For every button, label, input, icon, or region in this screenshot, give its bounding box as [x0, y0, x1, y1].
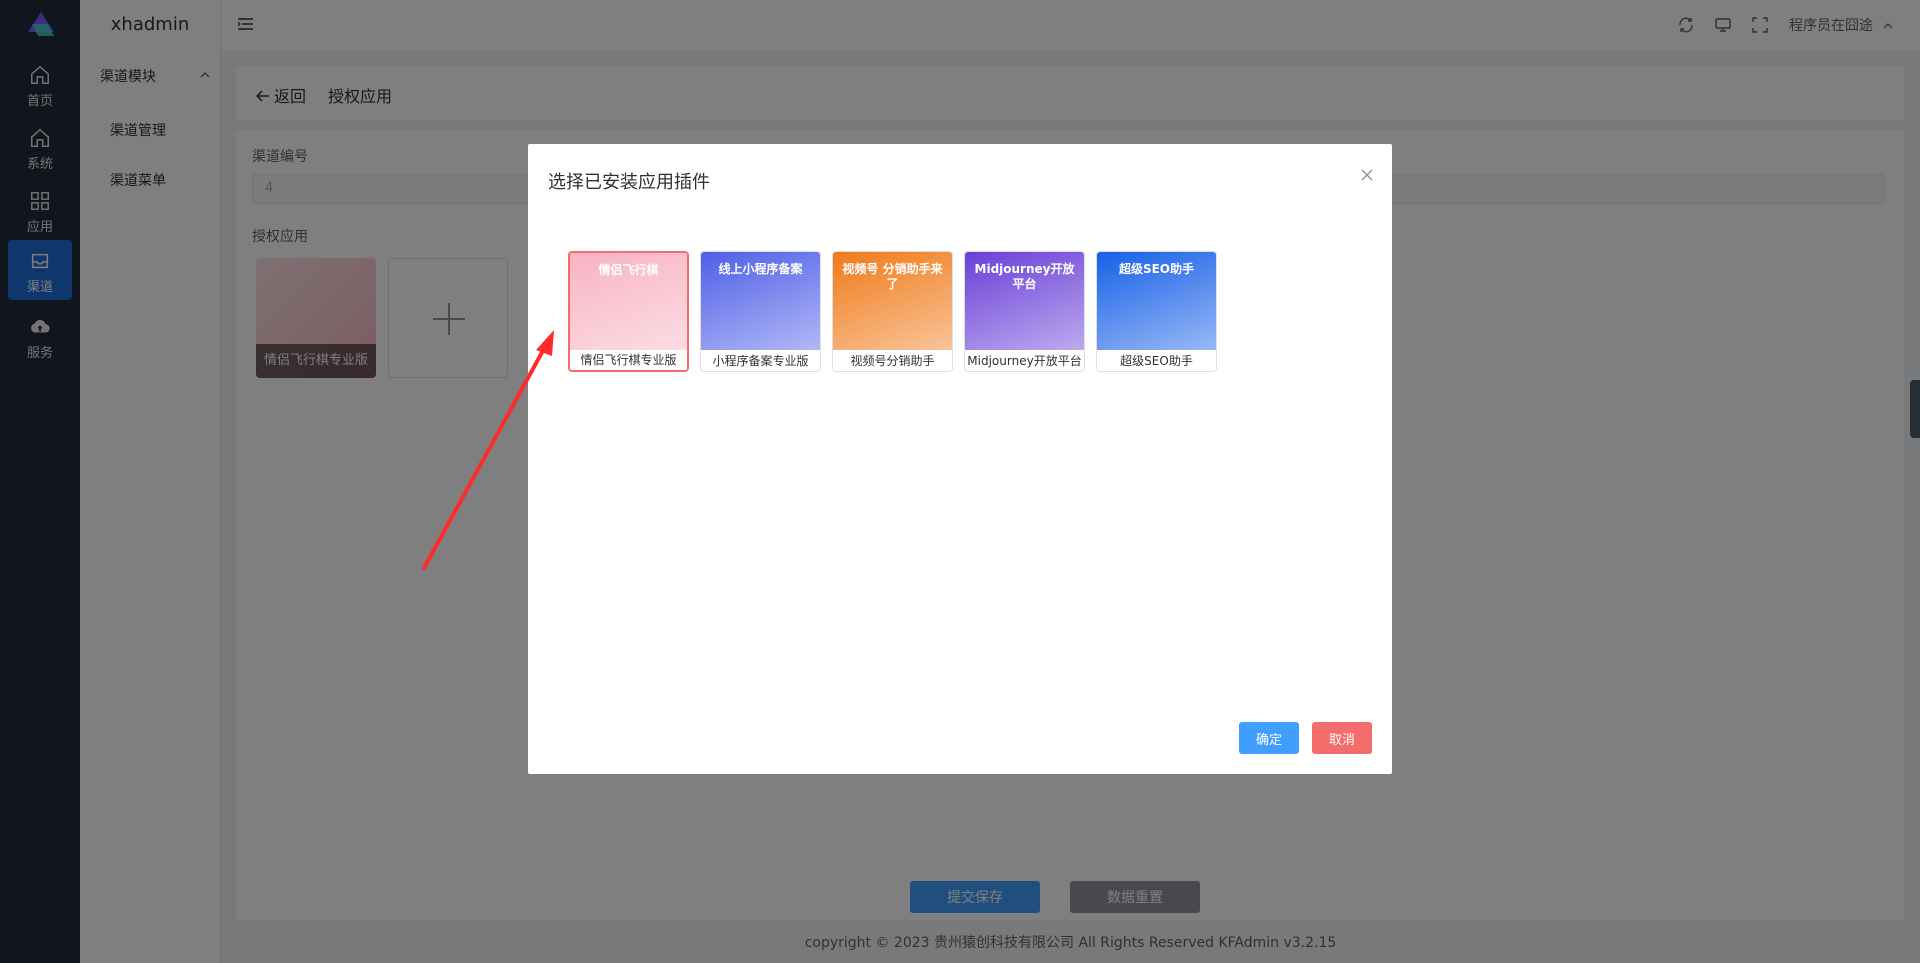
plugin-banner-text: 视频号 分销助手来了 [842, 262, 943, 291]
plugin-card[interactable]: 视频号 分销助手来了视频号分销助手 [832, 251, 953, 372]
plugin-cover: 视频号 分销助手来了 [833, 252, 952, 350]
plugin-cover: 线上小程序备案 [701, 252, 820, 350]
plugin-cover: 情侣飞行棋 [570, 253, 687, 351]
plugin-card[interactable]: 超级SEO助手 超级SEO助手 [1096, 251, 1217, 372]
plugin-select-dialog: 选择已安装应用插件 确定 取消 情侣飞行棋 情侣飞行棋专业版 线上小程序备案 小程序备… [528, 144, 1392, 774]
plugin-name: Midjourney开放平台 [965, 351, 1084, 371]
plugin-banner-text: 线上小程序备案 [718, 262, 803, 276]
plugin-cover: 超级SEO助手 [1097, 252, 1216, 350]
confirm-button[interactable]: 确定 [1239, 722, 1299, 754]
plugin-card[interactable]: 情侣飞行棋情侣飞行棋专业版 [568, 251, 689, 372]
plugin-name: 情侣飞行棋专业版 [570, 350, 687, 370]
plugin-card[interactable]: 线上小程序备案小程序备案专业版 [700, 251, 821, 372]
cancel-button[interactable]: 取消 [1312, 722, 1372, 754]
plugin-name: 小程序备案专业版 [701, 351, 820, 371]
close-icon[interactable] [1360, 168, 1374, 182]
plugin-banner-text: 情侣飞行棋 [598, 263, 659, 277]
plugin-banner-text: Midjourney开放平台 [974, 262, 1075, 291]
plugin-cover: Midjourney开放平台 [965, 252, 1084, 350]
plugin-name: 视频号分销助手 [833, 351, 952, 371]
plugin-banner-text: 超级SEO助手 [1118, 262, 1195, 276]
plugin-card[interactable]: Midjourney开放平台 Midjourney开放平台 [964, 251, 1085, 372]
dialog-title: 选择已安装应用插件 [548, 172, 710, 193]
plugin-name: 超级SEO助手 [1097, 351, 1216, 371]
